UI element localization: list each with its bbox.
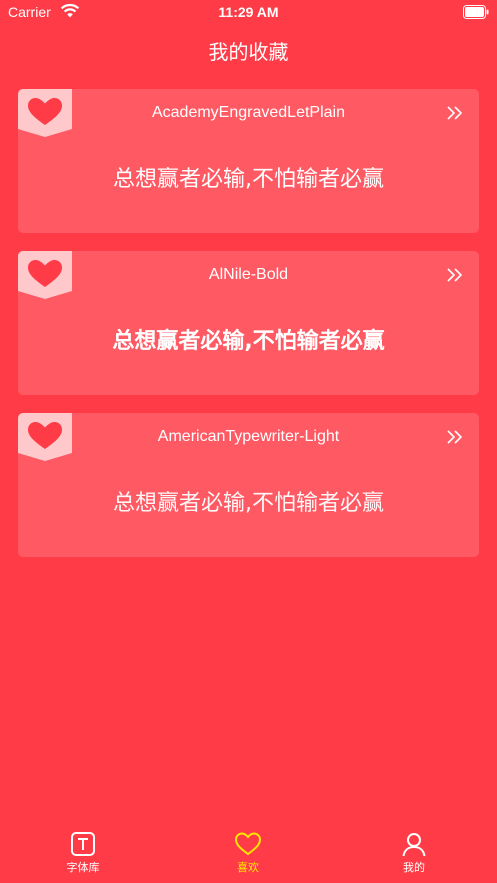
font-name-label: AcademyEngravedLetPlain (151, 104, 345, 121)
double-chevron-right-icon[interactable] (446, 105, 464, 121)
tab-label: 喜欢 (237, 861, 259, 874)
status-bar: Carrier 11:29 AM (0, 0, 497, 26)
double-chevron-right-icon[interactable] (446, 267, 464, 283)
font-sample-text: 总想赢者必输,不怕输者必赢 (112, 329, 385, 354)
favorite-card[interactable]: AcademyEngravedLetPlain 总想赢者必输,不怕输者必赢 (18, 89, 479, 233)
font-name-label: AmericanTypewriter-Light (157, 428, 340, 445)
status-time: 11:29 AM (218, 4, 279, 20)
tab-mine[interactable]: 我的 (354, 823, 474, 883)
double-chevron-right-icon[interactable] (446, 429, 464, 445)
favorite-card[interactable]: AlNile-Bold 总想赢者必输,不怕输者必赢 (18, 251, 479, 395)
favorite-badge (18, 89, 72, 137)
favorite-card[interactable]: AmericanTypewriter-Light 总想赢者必输,不怕输者必赢 (18, 413, 479, 557)
font-sample-text: 总想赢者必输,不怕输者必赢 (113, 491, 384, 516)
page-title: 我的收藏 (208, 40, 289, 64)
person-icon (402, 833, 426, 857)
tab-likes[interactable]: 喜欢 (188, 823, 308, 883)
battery-icon (463, 5, 489, 19)
favorite-badge (18, 251, 72, 299)
favorite-badge (18, 413, 72, 461)
font-sample-text: 总想赢者必输,不怕输者必赢 (113, 167, 384, 192)
tab-label: 我的 (403, 861, 425, 874)
tab-font-library[interactable]: 字体库 (23, 823, 143, 883)
tab-label: 字体库 (66, 861, 100, 874)
font-name-label: AlNile-Bold (208, 266, 289, 283)
text-box-icon (71, 832, 95, 856)
tab-bar: 字体库 喜欢 我的 (0, 823, 497, 883)
heart-outline-icon (234, 832, 262, 856)
